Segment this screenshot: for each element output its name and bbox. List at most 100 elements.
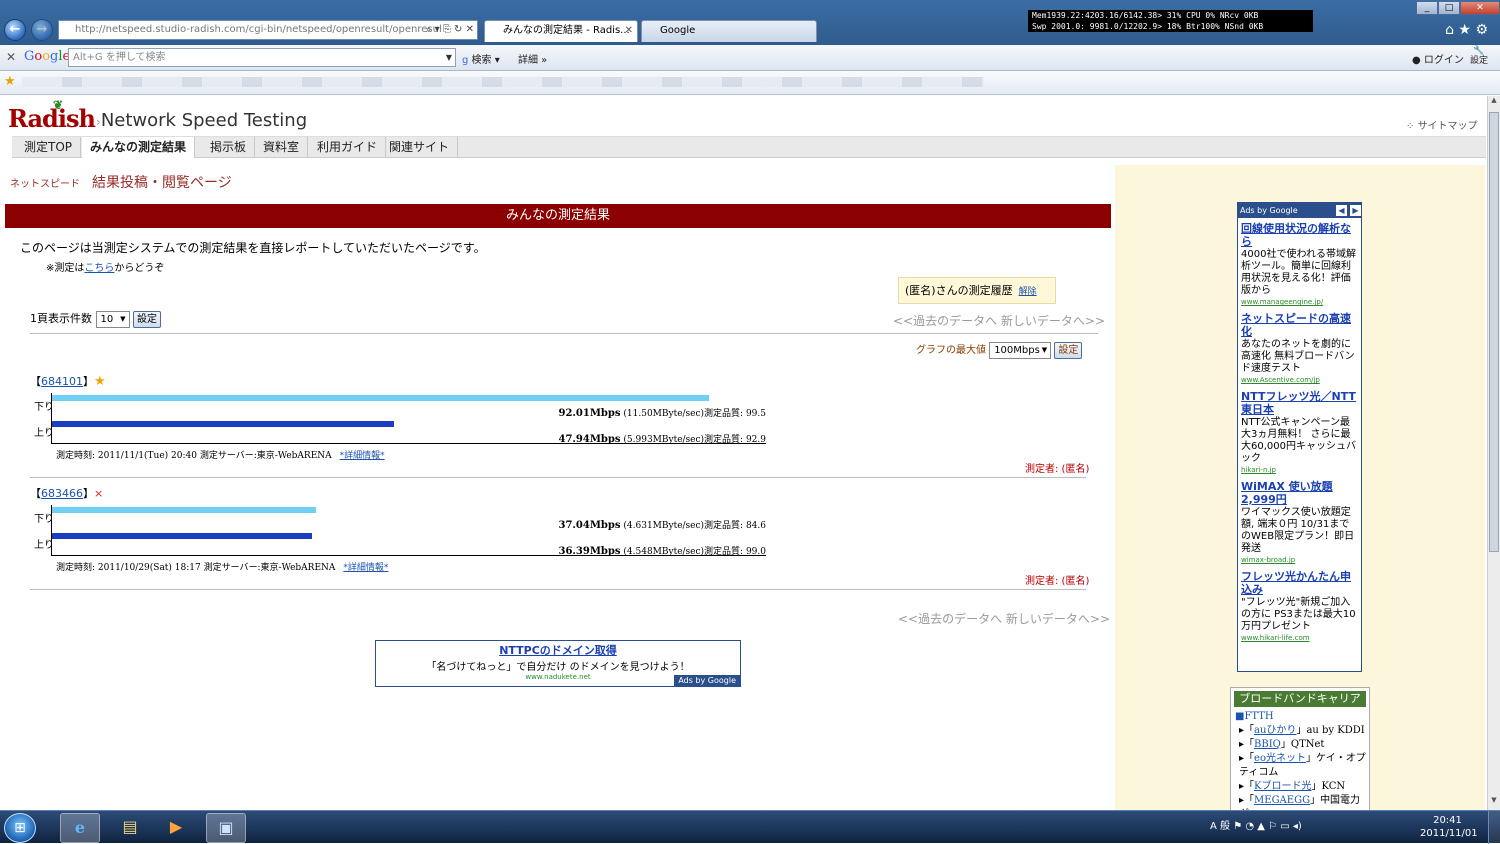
pager-bottom[interactable]: <<過去のデータへ 新しいデータへ>> [898, 610, 1110, 627]
download-value: 92.01Mbps (11.50MByte/sec)測定品質: 99.5 [558, 408, 766, 419]
scroll-up-icon[interactable]: ▲ [1488, 96, 1500, 110]
chevron-left-icon[interactable]: ◀ [1336, 205, 1347, 216]
minimize-button[interactable]: _ [1416, 1, 1438, 15]
menu-guide[interactable]: 利用ガイド [309, 137, 387, 158]
chevron-right-icon[interactable]: ▶ [1350, 205, 1361, 216]
side-ad-item[interactable]: ネットスピードの高速化 あなたのネットを劇的に高速化 無料ブロードバンド速度テスト… [1241, 312, 1358, 384]
clock-time: 20:41 [1433, 815, 1462, 826]
menu-top[interactable]: 測定TOP [16, 137, 82, 158]
carrier-item: ▸「BBIQ」QTNet [1239, 739, 1325, 750]
note-text: ※測定はこちらからどうぞ [46, 263, 165, 274]
side-ad-item[interactable]: 回線使用状況の解析なら 4000社で使われる帯域解析ツール。簡単に回線利用状況を見… [1241, 222, 1358, 306]
measurer: 測定者: (匿名) [1025, 576, 1090, 587]
login-button[interactable]: ● ログイン [1412, 51, 1464, 66]
start-button[interactable]: ⊞ [4, 813, 36, 843]
intro-text: このページは当測定システムでの測定結果を直接レポートしていただいたページです。 [20, 241, 486, 255]
result-id: 【684101】★ [30, 374, 106, 389]
back-button[interactable]: ← [4, 19, 26, 41]
ime-indicator[interactable]: A 般 [1210, 821, 1230, 832]
home-icon[interactable]: ⌂ [1445, 22, 1454, 38]
history-box: (匿名)さんの測定履歴 解除 [898, 277, 1056, 304]
sitemap-link[interactable]: ⁘ サイトマップ [1406, 117, 1478, 132]
site-title: ›Network Speed Testing [96, 110, 308, 131]
menu-results[interactable]: みんなの測定結果 [82, 137, 196, 158]
media-player-taskbar-icon[interactable]: ▶ [156, 813, 196, 843]
favorites-star-icon[interactable]: ★ [1458, 22, 1471, 38]
graph-max-select[interactable]: 100Mbps ▼ [989, 341, 1052, 359]
pager-top[interactable]: <<過去のデータへ 新しいデータへ>> [893, 312, 1105, 329]
ad-title[interactable]: NTTPCのドメイン取得 [376, 642, 740, 658]
browser-top-icons: ⌂ ★ ⚙ [1445, 22, 1488, 38]
graph-max-control: グラフの最大値 100Mbps ▼ 設定 [916, 341, 1083, 359]
ie-taskbar-icon[interactable]: e [60, 813, 100, 843]
menu-bbs[interactable]: 掲示板 [202, 137, 256, 158]
breadcrumb: ネットスピード 結果投稿・閲覧ページ [10, 175, 232, 191]
tray-icons[interactable]: ⚑ ◔ ▲ ⚐ ▭ ◂) [1233, 821, 1302, 832]
show-desktop-button[interactable] [1488, 811, 1500, 844]
explorer-taskbar-icon[interactable]: ▤ [110, 813, 150, 843]
settings-button[interactable]: 🔧 設定 [1470, 46, 1488, 66]
radish-logo[interactable]: Radish ❦ [8, 98, 96, 133]
perf-monitor: Mem1939.22:4203.16/6142.38> 31% CPU 0% N… [1028, 10, 1313, 32]
perf-line-1: Mem1939.22:4203.16/6142.38> 31% CPU 0% N… [1032, 11, 1259, 20]
google-search-input[interactable]: Alt+G を押して検索 ▼ [68, 48, 456, 67]
chevron-down-icon[interactable]: ▼ [446, 49, 452, 66]
tools-gear-icon[interactable]: ⚙ [1475, 22, 1488, 38]
release-link[interactable]: 解除 [1019, 287, 1037, 297]
favorites-strip [22, 77, 984, 87]
web-page: Radish ❦ ›Network Speed Testing ⁘ サイトマップ … [0, 96, 1498, 810]
result-id-link[interactable]: 683466 [41, 487, 83, 500]
search-placeholder: Alt+G を押して検索 [73, 52, 166, 63]
address-bar[interactable]: http://netspeed.studio-radish.com/cgi-bi… [58, 20, 478, 40]
monitor-taskbar-icon[interactable]: ▣ [206, 813, 246, 843]
upload-bar [52, 421, 394, 427]
google-search-button[interactable]: g 検索 ▾ [462, 51, 500, 66]
side-ad-item[interactable]: NTTフレッツ光／NTT東日本 NTT公式キャンペーン最大3ヵ月無料！ さらに最大… [1241, 390, 1358, 474]
menu-related[interactable]: 関連サイト [381, 137, 459, 158]
carrier-item: ▸「auひかり」au by KDDI [1239, 725, 1365, 736]
window-controls: _ □ ✕ [1416, 0, 1500, 15]
per-page-select[interactable]: 10 ▼ [95, 310, 130, 328]
star-icon: ★ [94, 374, 106, 389]
favorites-star-icon[interactable]: ★ [4, 74, 16, 89]
close-window-button[interactable]: ✕ [1460, 1, 1500, 15]
scroll-thumb[interactable] [1489, 112, 1499, 552]
forward-button[interactable]: → [31, 19, 53, 41]
address-actions-icon[interactable]: ⌕ ▾ ⎘ ↻ ✕ [426, 21, 474, 39]
graph-max-set-button[interactable]: 設定 [1054, 341, 1083, 359]
broadband-header: ブロードバンドキャリア [1234, 691, 1366, 707]
details-button[interactable]: 詳細 » [518, 51, 547, 66]
per-page-set-button[interactable]: 設定 [133, 310, 161, 328]
carrier-item: ▸「Kブロード光」KCN [1239, 781, 1346, 792]
divider [30, 477, 1086, 478]
tab-google[interactable]: Google [641, 20, 817, 42]
ad-body: 「名づけてねっと」で自分だけ のドメインを見つけよう！ [426, 662, 690, 673]
result-id-link[interactable]: 684101 [41, 375, 83, 388]
side-ads-header: Ads by Google ◀ ▶ [1238, 203, 1361, 218]
clock[interactable]: 20:41 2011/11/01 [1420, 814, 1478, 840]
scroll-down-icon[interactable]: ▼ [1488, 796, 1500, 810]
ads-by-google-badge[interactable]: Ads by Google [674, 675, 740, 686]
menu-library[interactable]: 資料室 [255, 137, 309, 158]
side-ad-item[interactable]: フレッツ光かんたん申込み "フレッツ光"新規ご加入の方に PS3または最大10万円… [1241, 570, 1358, 642]
toolbar-close-icon[interactable]: ✕ [6, 50, 16, 64]
vertical-scrollbar[interactable]: ▲ ▼ [1487, 96, 1500, 810]
section-title: みんなの測定結果 [5, 204, 1111, 228]
maximize-button[interactable]: □ [1438, 1, 1460, 15]
ftth-category: ■FTTH [1235, 711, 1274, 722]
google-g-icon: g [462, 55, 469, 66]
tab-close-icon[interactable]: ✕ [625, 21, 633, 41]
tab-results[interactable]: みんなの測定結果 - Radis... ✕ [484, 20, 638, 42]
result-id: 【683466】× [30, 487, 104, 500]
here-link[interactable]: こちら [84, 263, 114, 274]
tab-label: みんなの測定結果 - Radis... [503, 25, 630, 36]
result-meta: 測定時刻: 2011/11/1(Tue) 20:40 測定サーバー:東京-Web… [56, 451, 385, 461]
bottom-ad[interactable]: NTTPCのドメイン取得 「名づけてねっと」で自分だけ のドメインを見つけよう！… [375, 640, 741, 687]
graph-baseline [51, 555, 766, 556]
detail-link[interactable]: *詳細情報* [343, 563, 388, 573]
google-toolbar: ✕ Google Alt+G を押して検索 ▼ g 検索 ▾ 詳細 » ● ログ… [0, 45, 1500, 71]
side-ad-item[interactable]: WiMAX 使い放題 2,999円 ワイマックス使い放題定額, 端末０円 10/3… [1241, 480, 1358, 564]
detail-link[interactable]: *詳細情報* [340, 451, 385, 461]
carrier-item: ▸「MEGAEGG」中国電力グ [1239, 795, 1361, 810]
per-page-control: 1頁表示件数 10 ▼ 設定 [30, 310, 161, 328]
